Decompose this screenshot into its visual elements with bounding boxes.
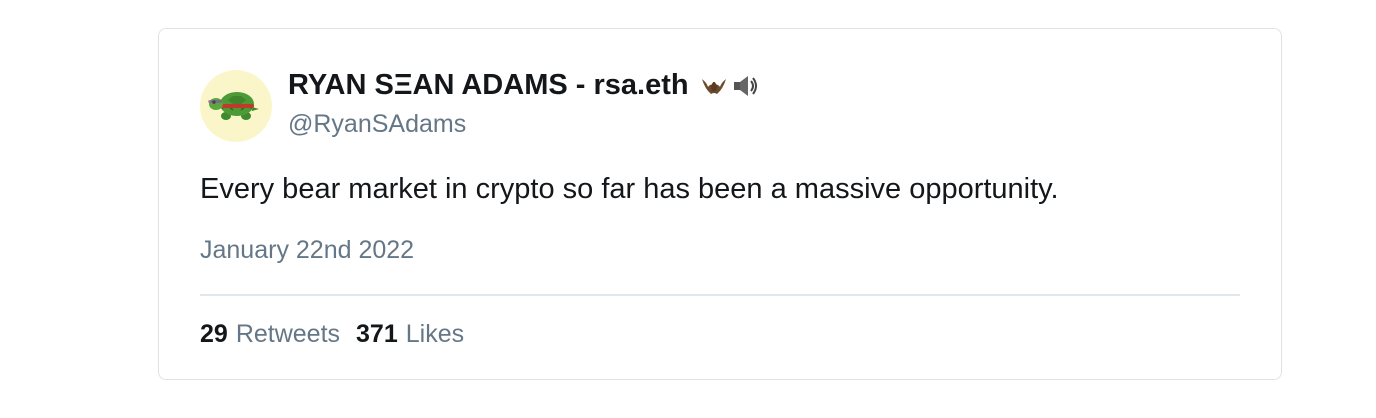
- tweet-stats: 29 Retweets 371 Likes: [200, 320, 464, 349]
- retweets-label: Retweets: [235, 320, 341, 348]
- retweets-stat[interactable]: 29 Retweets: [200, 320, 340, 349]
- turtle-icon: [208, 92, 259, 120]
- retweets-count: 29: [200, 320, 228, 348]
- user-handle[interactable]: @RyanSAdams: [288, 110, 466, 139]
- likes-label: Likes: [405, 320, 465, 348]
- tweet-date[interactable]: January 22nd 2022: [200, 236, 414, 265]
- name-emoji-group: [699, 71, 760, 101]
- speaker-icon: [733, 75, 757, 96]
- tweet-text: Every bear market in crypto so far has b…: [200, 173, 1059, 205]
- likes-count: 371: [356, 320, 398, 348]
- tweet-card: RYAN SΞAN ADAMS - rsa.eth @RyanSAdams Ev…: [158, 28, 1282, 380]
- display-name[interactable]: RYAN SΞAN ADAMS - rsa.eth: [288, 69, 760, 102]
- avatar[interactable]: [200, 70, 272, 142]
- bat-icon: [701, 78, 726, 94]
- likes-stat[interactable]: 371 Likes: [356, 320, 464, 349]
- divider: [200, 294, 1240, 296]
- display-name-text: RYAN SΞAN ADAMS - rsa.eth: [288, 69, 689, 101]
